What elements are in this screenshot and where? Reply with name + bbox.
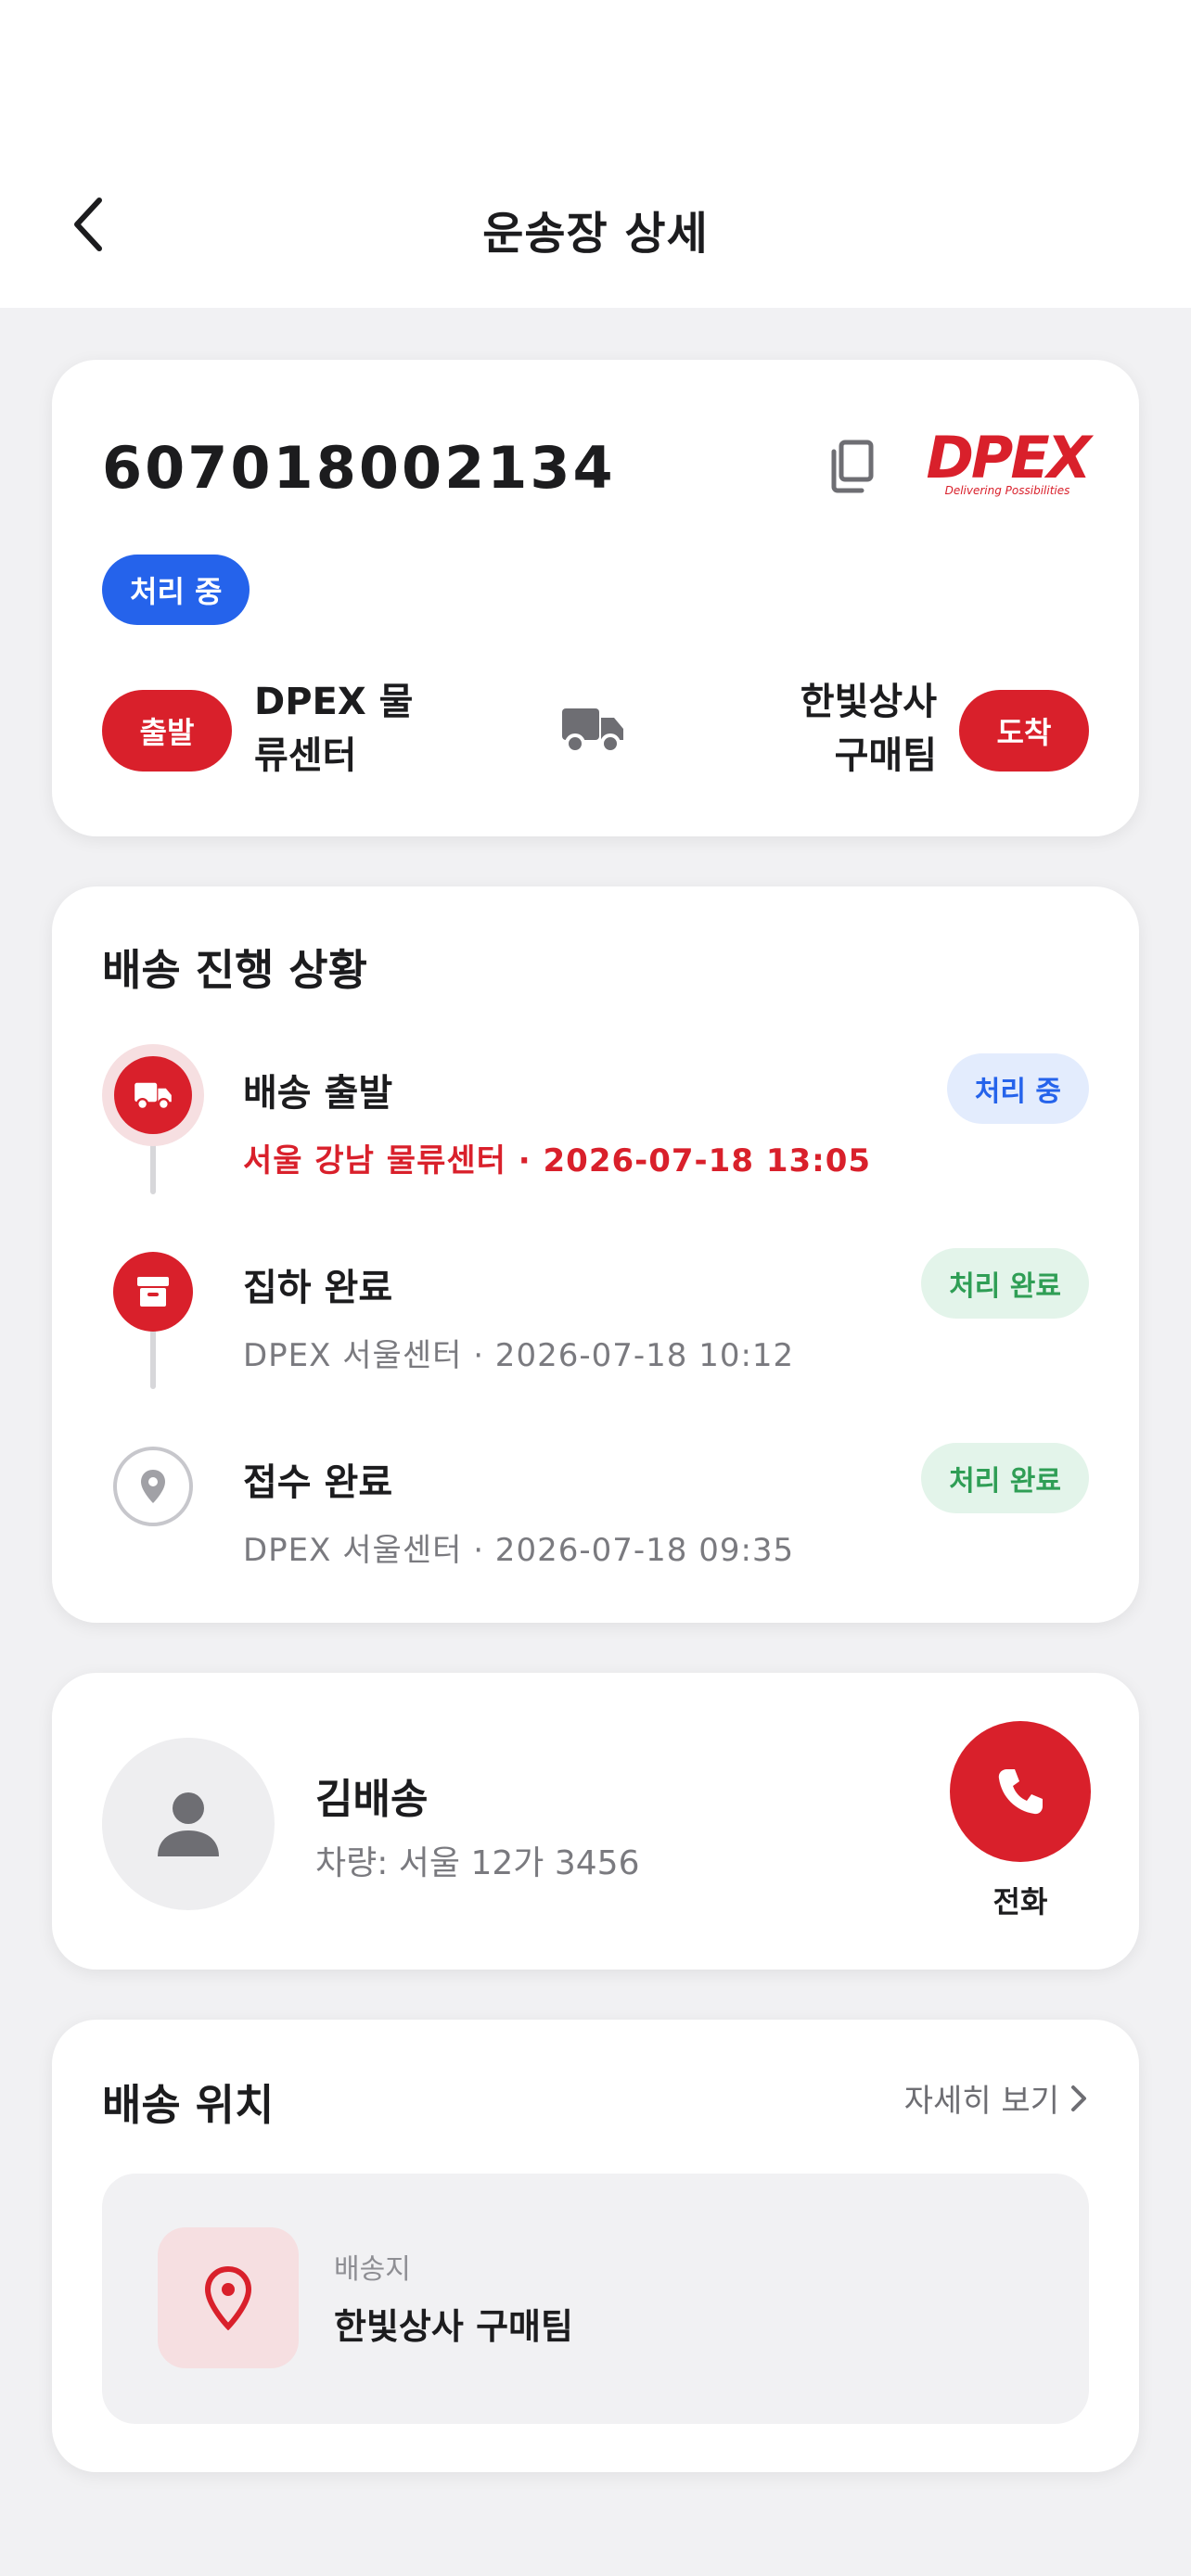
- tracking-number: 607018002134: [102, 434, 616, 502]
- view-details-label: 자세히 보기: [903, 2083, 1059, 2120]
- arrival-name-line1: 한빛상사: [800, 681, 937, 723]
- destination-label: 배송지: [334, 2253, 411, 2286]
- driver-vehicle: 차량: 서울 12가 3456: [315, 1844, 640, 1882]
- copy-button[interactable]: [818, 434, 883, 499]
- timeline-step-1-icon: [102, 1044, 204, 1146]
- shipment-card: 607018002134 DPEX Delivering Possibiliti…: [52, 360, 1139, 836]
- destination-name: 한빛상사 구매팀: [334, 2306, 573, 2347]
- person-icon: [158, 1792, 219, 1856]
- driver-card: 김배송 차량: 서울 12가 3456 전화: [52, 1673, 1139, 1970]
- timeline-step-1-detail: 서울 강남 물류센터 · 2026-07-18 13:05: [243, 1142, 872, 1180]
- arrival-badge: 도착: [959, 690, 1089, 772]
- nav-bar: 운송장 상세: [0, 139, 1191, 308]
- departure-name-line2: 류센터: [254, 734, 357, 777]
- departure-name-line1: DPEX 물: [254, 681, 414, 723]
- driver-name: 김배송: [315, 1776, 429, 1823]
- carrier-logo: DPEX Delivering Possibilities: [915, 428, 1100, 503]
- view-details-link[interactable]: 자세히 보기: [904, 2075, 1089, 2121]
- location-card: 배송 위치 자세히 보기 배송지 한빛상사 구매팀: [52, 2020, 1139, 2472]
- progress-title: 배송 진행 상황: [102, 945, 367, 995]
- location-title: 배송 위치: [102, 2080, 275, 2130]
- arrival-name: 한빛상사 구매팀: [800, 675, 937, 783]
- copy-icon: [831, 440, 874, 493]
- timeline-step-1-title: 배송 출발: [243, 1072, 393, 1115]
- page-title: 운송장 상세: [482, 208, 709, 260]
- timeline-step-3-title: 접수 완료: [243, 1461, 393, 1504]
- avatar: [102, 1738, 275, 1910]
- arrival-name-line2: 구매팀: [834, 734, 937, 777]
- call-label: 전화: [992, 1884, 1048, 1919]
- timeline-step-2-title: 집하 완료: [243, 1267, 393, 1309]
- chevron-right-icon: [1071, 2085, 1086, 2111]
- timeline-step-2-detail: DPEX 서울센터 · 2026-07-18 10:12: [243, 1337, 795, 1374]
- timeline-step-1-status: 처리 중: [946, 1053, 1089, 1124]
- call-button[interactable]: [950, 1721, 1091, 1862]
- truck-icon: [134, 1082, 172, 1111]
- departure-badge: 출발: [102, 690, 232, 772]
- box-icon: [137, 1277, 169, 1307]
- pin-icon: [141, 1470, 165, 1503]
- status-badge: 처리 중: [102, 555, 250, 625]
- timeline-step-3-detail: DPEX 서울센터 · 2026-07-18 09:35: [243, 1532, 795, 1569]
- truck-icon: [562, 708, 623, 754]
- timeline-step-2-icon: [113, 1252, 193, 1332]
- departure-name: DPEX 물 류센터: [254, 675, 413, 783]
- timeline-step-3-icon: [113, 1447, 193, 1526]
- status-bar: [0, 0, 1191, 139]
- timeline-step-2-status: 처리 완료: [921, 1248, 1089, 1319]
- location-pin-icon: [204, 2265, 252, 2330]
- carrier-logo-text: DPEX: [926, 424, 1091, 491]
- progress-card: 배송 진행 상황 배송 출발 서울 강남 물류센터 · 2026-07-18 1…: [52, 886, 1139, 1623]
- timeline-step-3-status: 처리 완료: [921, 1443, 1089, 1513]
- phone-icon: [998, 1769, 1043, 1815]
- destination-box[interactable]: 배송지 한빛상사 구매팀: [102, 2174, 1089, 2424]
- destination-icon-box: [158, 2227, 299, 2368]
